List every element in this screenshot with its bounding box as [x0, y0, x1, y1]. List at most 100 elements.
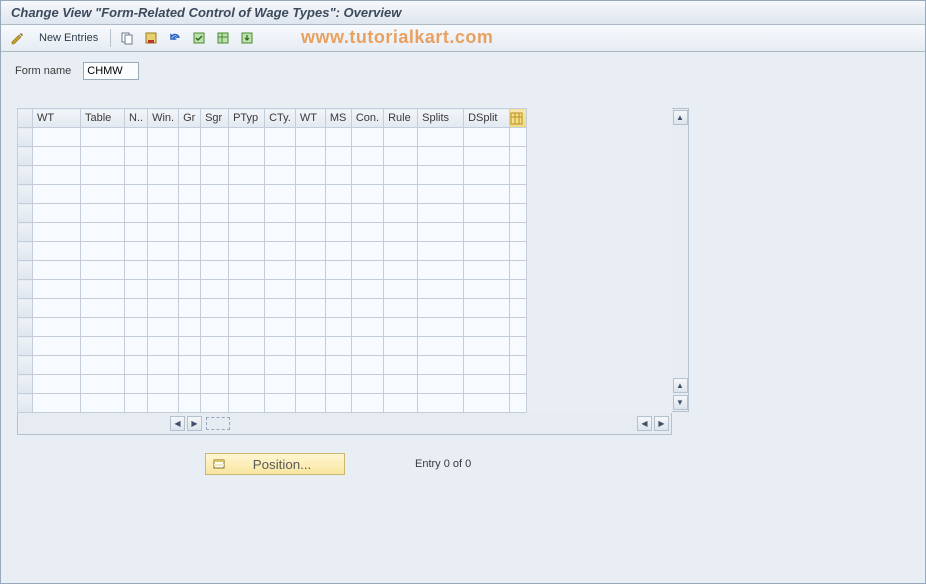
table-cell[interactable]: [81, 280, 125, 299]
table-cell[interactable]: [81, 299, 125, 318]
table-cell[interactable]: [295, 204, 325, 223]
table-cell[interactable]: [33, 280, 81, 299]
table-cell[interactable]: [418, 394, 464, 413]
table-cell[interactable]: [33, 375, 81, 394]
table-cell[interactable]: [418, 147, 464, 166]
table-cell[interactable]: [229, 166, 265, 185]
table-cell[interactable]: [384, 280, 418, 299]
table-cell[interactable]: [201, 185, 229, 204]
table-cell[interactable]: [148, 299, 179, 318]
table-cell[interactable]: [125, 166, 148, 185]
row-selector[interactable]: [18, 128, 33, 147]
column-freeze-handle[interactable]: [206, 417, 230, 430]
table-cell[interactable]: [265, 185, 296, 204]
horizontal-scrollbar[interactable]: ◀ ▶ ◀ ▶: [17, 413, 672, 435]
table-cell[interactable]: [148, 204, 179, 223]
table-row[interactable]: [18, 356, 527, 375]
table-cell[interactable]: [265, 147, 296, 166]
table-cell[interactable]: [125, 261, 148, 280]
table-cell[interactable]: [201, 242, 229, 261]
table-cell[interactable]: [325, 280, 351, 299]
table-cell[interactable]: [464, 337, 510, 356]
row-selector-header[interactable]: [18, 109, 33, 128]
table-cell[interactable]: [265, 356, 296, 375]
table-cell[interactable]: [384, 185, 418, 204]
table-cell[interactable]: [325, 223, 351, 242]
deselect-all-button[interactable]: [213, 28, 233, 48]
table-cell[interactable]: [295, 337, 325, 356]
table-row[interactable]: [18, 375, 527, 394]
table-cell[interactable]: [229, 356, 265, 375]
table-cell[interactable]: [295, 261, 325, 280]
column-header[interactable]: N..: [125, 109, 148, 128]
table-cell[interactable]: [384, 375, 418, 394]
position-button[interactable]: Position...: [205, 453, 345, 475]
row-selector[interactable]: [18, 204, 33, 223]
row-selector[interactable]: [18, 223, 33, 242]
table-cell[interactable]: [33, 318, 81, 337]
table-cell[interactable]: [325, 318, 351, 337]
table-cell[interactable]: [418, 166, 464, 185]
table-cell[interactable]: [148, 280, 179, 299]
table-cell[interactable]: [148, 375, 179, 394]
table-cell[interactable]: [351, 204, 383, 223]
table-cell[interactable]: [148, 128, 179, 147]
table-cell[interactable]: [33, 242, 81, 261]
table-cell[interactable]: [295, 356, 325, 375]
wage-types-table[interactable]: WTTableN..Win.GrSgrPTypCTy.WTMSCon.RuleS…: [17, 108, 527, 413]
table-cell[interactable]: [351, 166, 383, 185]
table-cell[interactable]: [229, 223, 265, 242]
scroll-left-button[interactable]: ◀: [170, 416, 185, 431]
table-cell[interactable]: [464, 223, 510, 242]
table-cell[interactable]: [384, 261, 418, 280]
column-header[interactable]: Table: [81, 109, 125, 128]
table-cell[interactable]: [179, 337, 201, 356]
table-cell[interactable]: [229, 147, 265, 166]
table-row[interactable]: [18, 128, 527, 147]
table-cell[interactable]: [201, 204, 229, 223]
table-cell[interactable]: [81, 185, 125, 204]
table-row[interactable]: [18, 299, 527, 318]
table-cell[interactable]: [295, 394, 325, 413]
table-cell[interactable]: [464, 280, 510, 299]
table-cell[interactable]: [384, 356, 418, 375]
table-cell[interactable]: [418, 318, 464, 337]
table-cell[interactable]: [125, 299, 148, 318]
table-cell[interactable]: [81, 394, 125, 413]
table-cell[interactable]: [325, 261, 351, 280]
table-cell[interactable]: [325, 375, 351, 394]
table-cell[interactable]: [295, 318, 325, 337]
table-cell[interactable]: [351, 147, 383, 166]
table-cell[interactable]: [179, 147, 201, 166]
table-cell[interactable]: [265, 299, 296, 318]
table-cell[interactable]: [201, 223, 229, 242]
scroll-down-button[interactable]: ▼: [673, 395, 688, 410]
undo-button[interactable]: [165, 28, 185, 48]
row-selector[interactable]: [18, 280, 33, 299]
table-cell[interactable]: [125, 337, 148, 356]
delete-button[interactable]: [141, 28, 161, 48]
table-cell[interactable]: [229, 318, 265, 337]
table-row[interactable]: [18, 223, 527, 242]
row-selector[interactable]: [18, 375, 33, 394]
table-cell[interactable]: [265, 337, 296, 356]
table-cell[interactable]: [33, 394, 81, 413]
table-cell[interactable]: [148, 318, 179, 337]
table-cell[interactable]: [384, 337, 418, 356]
table-row[interactable]: [18, 280, 527, 299]
table-cell[interactable]: [229, 261, 265, 280]
table-cell[interactable]: [351, 318, 383, 337]
table-cell[interactable]: [229, 204, 265, 223]
scroll-up-step-button[interactable]: ▲: [673, 378, 688, 393]
table-cell[interactable]: [33, 223, 81, 242]
table-cell[interactable]: [148, 223, 179, 242]
table-cell[interactable]: [384, 147, 418, 166]
table-cell[interactable]: [325, 147, 351, 166]
table-cell[interactable]: [265, 242, 296, 261]
table-cell[interactable]: [265, 166, 296, 185]
table-cell[interactable]: [229, 185, 265, 204]
table-cell[interactable]: [125, 185, 148, 204]
table-cell[interactable]: [148, 242, 179, 261]
table-row[interactable]: [18, 242, 527, 261]
table-cell[interactable]: [325, 204, 351, 223]
